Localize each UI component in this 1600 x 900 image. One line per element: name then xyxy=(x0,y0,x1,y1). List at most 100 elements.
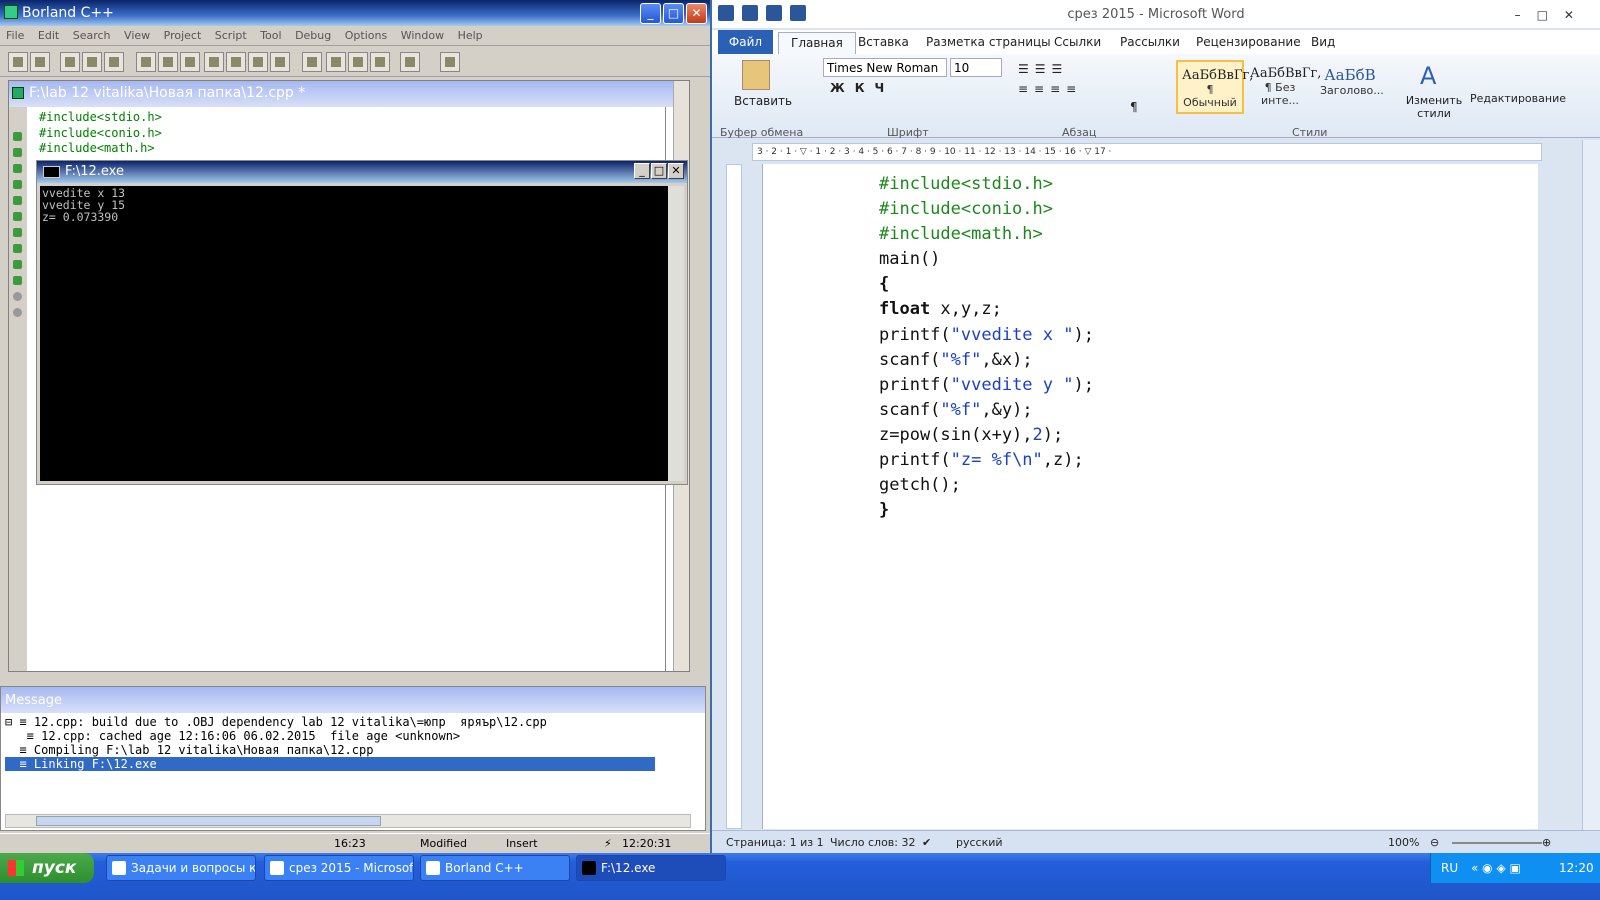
zoom-level[interactable]: 100% xyxy=(1388,836,1419,849)
toggle-icon[interactable] xyxy=(348,52,368,72)
style-heading[interactable]: АаБбВ Заголово... xyxy=(1316,60,1384,114)
console-close-button[interactable]: ✕ xyxy=(668,163,684,179)
undo-icon[interactable] xyxy=(766,5,783,21)
tab-file[interactable]: Файл xyxy=(718,30,773,54)
watch-icon[interactable] xyxy=(270,52,290,72)
style-normal[interactable]: АаБбВвГг, ¶ Обычный xyxy=(1176,60,1253,114)
zoom-in-icon[interactable]: ⊕ xyxy=(1542,836,1551,849)
menu-edit[interactable]: Edit xyxy=(32,26,63,42)
tab-review[interactable]: Рецензирование xyxy=(1196,35,1301,49)
redo-icon[interactable] xyxy=(790,5,807,21)
menu-file[interactable]: File xyxy=(0,26,28,42)
zoom-slider[interactable] xyxy=(1452,842,1542,844)
change-styles-icon[interactable]: A xyxy=(1420,62,1436,90)
save-all-icon[interactable] xyxy=(104,52,124,72)
font-size-select[interactable]: 10 xyxy=(950,58,1002,77)
close-button[interactable]: ✕ xyxy=(686,3,707,24)
word-window-buttons[interactable]: –□✕ xyxy=(1515,8,1590,22)
tab-mailings[interactable]: Рассылки xyxy=(1120,35,1180,49)
task-word-doc[interactable]: срез 2015 - Microsoft... xyxy=(264,855,414,881)
tool-icon[interactable] xyxy=(370,52,390,72)
console-output[interactable]: vvedite x 13 vvedite y 15 z= 0.073390 xyxy=(40,186,670,481)
list-buttons[interactable]: ☰☰☰ xyxy=(1018,62,1068,76)
font-name-select[interactable]: Times New Roman xyxy=(823,58,947,77)
start-button[interactable]: пуск xyxy=(0,853,94,883)
console-titlebar[interactable]: F:\12.exe _ □ ✕ xyxy=(37,161,687,183)
minimize-button[interactable]: _ xyxy=(640,3,661,24)
menu-script[interactable]: Script xyxy=(209,26,251,42)
status-language[interactable]: русский xyxy=(956,836,1003,849)
task-word-questions[interactable]: Задачи и вопросы к ... xyxy=(106,855,256,881)
save-icon[interactable] xyxy=(82,52,102,72)
menu-help[interactable]: Help xyxy=(452,26,487,42)
tab-insert[interactable]: Вставка xyxy=(858,35,909,49)
code-area[interactable]: #include<stdio.h> #include<conio.h> #inc… xyxy=(39,110,162,157)
step-icon[interactable] xyxy=(204,52,224,72)
tray-icons[interactable]: « ◉ ◈ ▣ xyxy=(1471,861,1521,875)
message-item[interactable]: ⊟ ≡ 12.cpp: build due to .OBJ dependency… xyxy=(5,715,655,729)
editing-button[interactable]: Редактирование xyxy=(1470,92,1566,105)
breakpoint-icon[interactable] xyxy=(248,52,268,72)
maximize-button[interactable]: □ xyxy=(663,3,684,24)
open-file-icon[interactable] xyxy=(30,52,50,72)
horizontal-ruler[interactable]: 3 · 2 · 1 · ▽ · 1 · 2 · 3 · 4 · 5 · 6 · … xyxy=(752,143,1542,161)
tab-home[interactable]: Главная xyxy=(778,32,856,54)
language-indicator[interactable]: RU xyxy=(1441,861,1458,875)
spellcheck-icon[interactable]: ✔ xyxy=(922,836,931,849)
message-item[interactable]: ≡ 12.cpp: cached age 12:16:06 06.02.2015… xyxy=(5,729,655,743)
stop-icon[interactable] xyxy=(226,52,246,72)
zoom-out-icon[interactable]: ⊖ xyxy=(1430,836,1439,849)
message-item-selected[interactable]: ≡ Linking F:\12.exe xyxy=(5,757,655,771)
ribbon-tabs: Файл Главная Вставка Разметка страницы С… xyxy=(712,30,1600,54)
message-item[interactable]: ≡ Compiling F:\lab 12 vitalika\Новая пап… xyxy=(5,743,655,757)
console-minimize-button[interactable]: _ xyxy=(634,163,650,179)
editor-titlebar[interactable]: F:\lab 12 vitalika\Новая папка\12.cpp * xyxy=(9,81,689,107)
task-console[interactable]: F:\12.exe xyxy=(576,855,726,881)
document-page[interactable]: #include<stdio.h> #include<conio.h> #inclu… xyxy=(762,164,1538,829)
menu-debug[interactable]: Debug xyxy=(289,26,335,42)
task-borland[interactable]: Borland C++ xyxy=(420,855,570,881)
borland-titlebar[interactable]: Borland C++ _ □ ✕ xyxy=(0,0,710,26)
inspect-icon[interactable] xyxy=(302,52,322,72)
document-text[interactable]: #include<stdio.h> #include<conio.h> #inclu… xyxy=(879,172,1094,523)
style-no-spacing[interactable]: АаБбВвГг, ¶ Без инте... xyxy=(1246,60,1321,114)
save-icon[interactable] xyxy=(742,5,759,21)
menu-view[interactable]: View xyxy=(118,26,154,42)
document-line: z=pow(sin(x+y),2); xyxy=(879,424,1064,445)
menu-project[interactable]: Project xyxy=(158,26,206,42)
menu-options[interactable]: Options xyxy=(339,26,391,42)
status-page[interactable]: Страница: 1 из 1 xyxy=(726,836,824,849)
make-icon[interactable] xyxy=(158,52,178,72)
change-styles-button[interactable]: Изменить стили xyxy=(1404,94,1464,120)
vertical-ruler[interactable] xyxy=(726,164,742,829)
console-scrollbar[interactable] xyxy=(668,186,684,481)
status-modified: Modified xyxy=(420,837,467,850)
document-line: main() xyxy=(879,249,941,270)
paste-icon[interactable] xyxy=(742,60,770,90)
menu-search[interactable]: Search xyxy=(67,26,115,42)
menu-tool[interactable]: Tool xyxy=(254,26,285,42)
help-pointer-icon[interactable] xyxy=(440,52,460,72)
word-titlebar[interactable]: срез 2015 - Microsoft Word –□✕ xyxy=(712,0,1600,28)
evaluate-icon[interactable] xyxy=(326,52,346,72)
pilcrow-icon[interactable]: ¶ xyxy=(1130,100,1138,114)
word-scrollbar[interactable] xyxy=(1582,140,1600,830)
console-maximize-button[interactable]: □ xyxy=(651,163,667,179)
system-tray: RU « ◉ ◈ ▣ 12:20 xyxy=(1430,853,1600,883)
message-hscrollbar[interactable] xyxy=(5,814,691,828)
new-file-icon[interactable] xyxy=(8,52,28,72)
run-icon[interactable] xyxy=(180,52,200,72)
borland-title: Borland C++ xyxy=(22,5,114,21)
tab-view[interactable]: Вид xyxy=(1311,35,1335,49)
word-icon[interactable] xyxy=(718,5,734,21)
compile-icon[interactable] xyxy=(136,52,156,72)
align-buttons[interactable]: ≡≡≡≡ xyxy=(1018,82,1082,96)
project-icon[interactable] xyxy=(60,52,80,72)
menu-window[interactable]: Window xyxy=(395,26,448,42)
paste-button[interactable]: Вставить xyxy=(734,94,792,108)
status-words[interactable]: Число слов: 32 xyxy=(830,836,916,849)
tab-layout[interactable]: Разметка страницы xyxy=(926,35,1051,49)
tab-references[interactable]: Ссылки xyxy=(1054,35,1101,49)
format-buttons[interactable]: ЖКЧ xyxy=(830,81,894,95)
folder-icon[interactable] xyxy=(400,52,420,72)
